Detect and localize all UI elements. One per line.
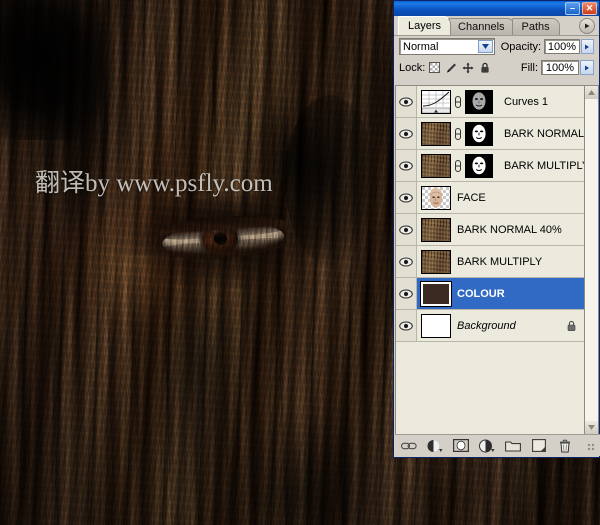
layer-locked-icon [566,320,577,332]
table-row[interactable]: BARK MULTIPLY [396,150,585,182]
layer-thumbnail[interactable] [421,90,451,114]
palette-menu-icon[interactable] [579,18,595,34]
scroll-down-icon[interactable] [585,421,598,434]
link-icon[interactable] [453,160,463,172]
layer-thumbnail[interactable] [421,314,451,338]
layer-visibility-toggle[interactable] [396,150,417,181]
layer-mask-thumbnail[interactable] [465,90,493,114]
new-adjustment-layer-icon[interactable] [479,438,495,453]
fill-input[interactable]: 100% [541,60,579,75]
layer-visibility-toggle[interactable] [396,310,417,341]
delete-layer-icon[interactable] [557,438,573,453]
new-group-icon[interactable] [505,438,521,453]
new-layer-icon[interactable] [531,438,547,453]
add-layer-mask-icon[interactable] [453,438,469,453]
opacity-slider-arrow-icon[interactable] [581,39,594,54]
table-row[interactable]: BARK MULTIPLY [396,246,585,278]
eye-icon [399,193,413,203]
fill-slider-arrow-icon[interactable] [580,60,594,75]
layer-visibility-toggle[interactable] [396,182,417,213]
layer-name[interactable]: BARK MULTIPLY [504,160,585,172]
eye-icon [399,225,413,235]
eye-icon [399,129,413,139]
opacity-input[interactable]: 100% [544,39,580,54]
eye-icon [399,321,413,331]
layer-name[interactable]: BARK NORMAL 40% [457,224,585,236]
scroll-up-icon[interactable] [585,86,598,99]
eye-icon [399,97,413,107]
layer-name[interactable]: Background [457,320,566,332]
lock-position-icon[interactable] [462,62,474,74]
lock-row[interactable]: Lock: Fill: 100% [394,57,599,78]
layer-name[interactable]: FACE [457,192,585,204]
tab-layers[interactable]: Layers [398,16,451,35]
blend-mode-select[interactable]: Normal [399,38,495,55]
opacity-label: Opacity: [501,41,541,53]
layer-style-icon[interactable] [427,438,443,453]
eye-icon [399,161,413,171]
tab-paths[interactable]: Paths [512,18,560,35]
layer-thumbnail[interactable] [421,122,451,146]
layer-visibility-toggle[interactable] [396,214,417,245]
close-button[interactable]: ✕ [582,2,597,15]
layer-mask-thumbnail[interactable] [465,122,493,146]
lock-transparency-icon[interactable] [429,62,440,73]
layer-thumbnail[interactable] [421,218,451,242]
lock-all-icon[interactable] [479,62,491,74]
eye-icon [399,257,413,267]
layer-name[interactable]: BARK MULTIPLY [457,256,585,268]
blend-mode-row[interactable]: Normal Opacity: 100% [394,36,599,57]
tab-channels[interactable]: Channels [448,18,514,35]
layer-name[interactable]: Curves 1 [504,96,585,108]
layers-scrollbar[interactable] [584,85,599,435]
minimize-button[interactable]: – [565,2,580,15]
layer-visibility-toggle[interactable] [396,118,417,149]
layer-thumbnail[interactable] [421,154,451,178]
watermark-text: 翻译by www.psfly.com [35,163,273,199]
palette-tabs[interactable]: Layers Channels Paths [394,16,599,36]
table-row[interactable]: BARK NORMAL 40% [396,214,585,246]
layers-palette[interactable]: – ✕ Layers Channels Paths Normal Opacity… [393,0,600,458]
link-icon[interactable] [453,96,463,108]
table-row[interactable]: Background [396,310,585,342]
table-row[interactable]: BARK NORMAL ... [396,118,585,150]
layers-list[interactable]: Curves 1 BARK NORMAL ... [395,85,585,435]
layer-thumbnail[interactable] [421,186,451,210]
link-icon[interactable] [453,128,463,140]
layer-visibility-toggle[interactable] [396,278,417,309]
palette-bottom-toolbar[interactable] [395,434,600,456]
eye-icon [399,289,413,299]
blend-mode-value: Normal [403,41,438,53]
fill-label: Fill: [521,62,538,74]
lock-image-pixels-icon[interactable] [445,62,457,74]
table-row[interactable]: FACE [396,182,585,214]
layer-mask-thumbnail[interactable] [465,154,493,178]
layer-visibility-toggle[interactable] [396,246,417,277]
chevron-down-icon[interactable] [478,40,493,53]
layer-thumbnail[interactable] [421,282,451,306]
resize-grip[interactable] [587,443,597,453]
palette-titlebar[interactable]: – ✕ [394,1,599,16]
layer-visibility-toggle[interactable] [396,86,417,117]
table-row[interactable]: COLOUR [396,278,585,310]
table-row[interactable]: Curves 1 [396,86,585,118]
link-layers-icon[interactable] [401,438,417,453]
layer-name[interactable]: COLOUR [457,288,585,300]
lock-label: Lock: [399,62,425,74]
layer-thumbnail[interactable] [421,250,451,274]
layer-name[interactable]: BARK NORMAL ... [504,128,585,140]
